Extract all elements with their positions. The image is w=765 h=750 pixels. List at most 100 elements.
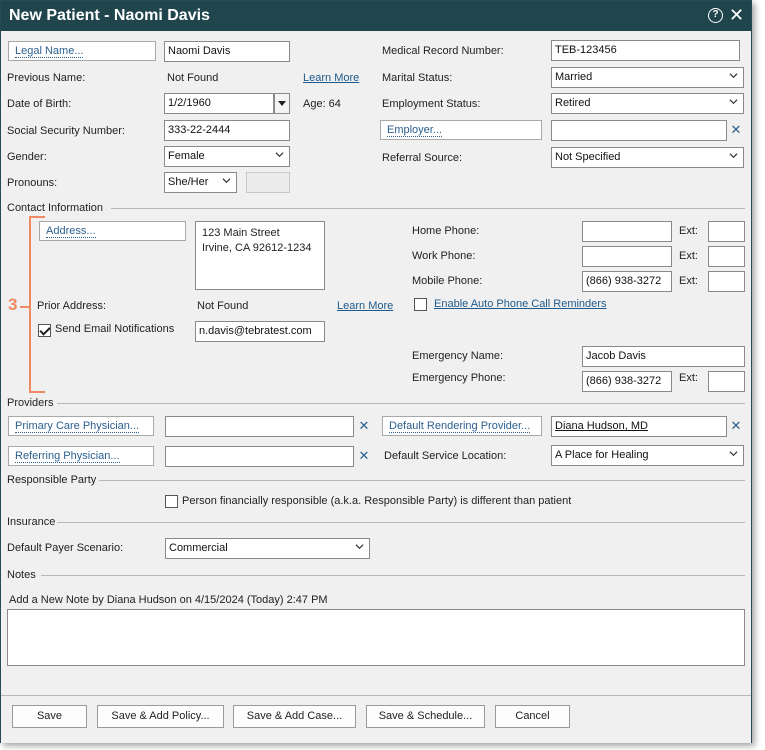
home-phone-field[interactable] (582, 221, 672, 242)
chevron-down-icon (729, 73, 738, 79)
work-phone-label: Work Phone: (412, 250, 476, 262)
legal-name-button[interactable]: Legal Name... (8, 41, 156, 61)
triangle-down-icon (278, 101, 286, 106)
referral-source-label: Referral Source: (382, 152, 463, 164)
cancel-button[interactable]: Cancel (495, 705, 570, 728)
referring-physician-field[interactable] (165, 446, 354, 467)
add-note-label: Add a New Note by Diana Hudson on 4/15/2… (9, 594, 328, 606)
chevron-down-icon (222, 178, 231, 184)
work-ext-label: Ext: (679, 250, 698, 262)
emergency-name-label: Emergency Name: (412, 350, 504, 362)
service-location-label: Default Service Location: (384, 450, 507, 462)
chevron-down-icon (729, 451, 738, 457)
responsible-party-checkbox[interactable] (165, 495, 178, 508)
age-value: Age: 64 (303, 98, 341, 110)
insurance-heading: Insurance (7, 516, 56, 528)
payer-scenario-label: Default Payer Scenario: (7, 542, 124, 554)
note-textarea[interactable] (7, 609, 745, 666)
referral-source-select[interactable]: Not Specified (551, 147, 744, 168)
responsible-party-label: Person financially responsible (a.k.a. R… (182, 495, 572, 507)
save-add-policy-button[interactable]: Save & Add Policy... (97, 705, 224, 728)
gender-select[interactable]: Female (164, 146, 290, 167)
address-button[interactable]: Address... (39, 221, 186, 241)
marital-status-label: Marital Status: (382, 72, 453, 84)
clear-pcp-icon[interactable]: ✕ (355, 416, 373, 437)
payer-scenario-value: Commercial (169, 542, 228, 554)
dob-field[interactable]: 1/2/1960 (164, 93, 274, 114)
prior-address-learn-more-link[interactable]: Learn More (337, 300, 393, 312)
employer-button[interactable]: Employer... (380, 120, 542, 140)
home-phone-label: Home Phone: (412, 225, 480, 237)
home-ext-label: Ext: (679, 225, 698, 237)
send-email-label: Send Email Notifications (55, 323, 175, 335)
employment-status-select[interactable]: Retired (551, 93, 744, 114)
legal-name-field[interactable]: Naomi Davis (164, 41, 290, 62)
contact-information-heading: Contact Information (7, 202, 103, 214)
default-rendering-provider-button[interactable]: Default Rendering Provider... (382, 416, 542, 436)
ssn-field[interactable]: 333-22-2444 (164, 120, 290, 141)
new-patient-window: New Patient - Naomi Davis ? ✕ Legal Name… (0, 0, 752, 743)
pronouns-select[interactable]: She/Her (164, 172, 237, 193)
primary-care-physician-button[interactable]: Primary Care Physician... (8, 416, 154, 436)
emergency-ext-field[interactable] (708, 371, 745, 392)
primary-care-physician-field[interactable] (165, 416, 354, 437)
chevron-down-icon (729, 153, 738, 159)
employment-status-label: Employment Status: (382, 98, 481, 110)
employer-field[interactable] (551, 120, 727, 141)
email-field[interactable]: n.davis@tebratest.com (195, 321, 325, 342)
title-bar: New Patient - Naomi Davis ? ✕ (1, 1, 751, 31)
work-phone-field[interactable] (582, 246, 672, 267)
responsible-divider (99, 480, 745, 481)
address-box[interactable]: 123 Main Street Irvine, CA 92612-1234 (195, 221, 325, 290)
emergency-phone-field[interactable]: (866) 938-3272 (582, 371, 672, 392)
referring-physician-button[interactable]: Referring Physician... (8, 446, 154, 466)
providers-divider (57, 403, 745, 404)
pronouns-label: Pronouns: (7, 177, 58, 189)
mrn-label: Medical Record Number: (382, 45, 504, 57)
contact-divider (111, 208, 745, 209)
dob-label: Date of Birth: (7, 98, 72, 110)
help-icon[interactable]: ? (708, 8, 723, 23)
mobile-ext-label: Ext: (679, 275, 698, 287)
clear-referring-icon[interactable]: ✕ (355, 446, 373, 467)
work-ext-field[interactable] (708, 246, 745, 267)
clear-employer-icon[interactable]: ✕ (727, 120, 745, 141)
gender-value: Female (168, 150, 205, 162)
address-line-2: Irvine, CA 92612-1234 (202, 242, 312, 254)
prior-address-value: Not Found (197, 300, 249, 312)
auto-reminders-link[interactable]: Enable Auto Phone Call Reminders (434, 298, 606, 310)
ssn-label: Social Security Number: (7, 125, 125, 137)
mrn-field[interactable]: TEB-123456 (551, 40, 740, 61)
notes-divider (41, 575, 745, 576)
previous-name-label: Previous Name: (7, 72, 86, 84)
responsible-party-heading: Responsible Party (7, 474, 97, 486)
payer-scenario-select[interactable]: Commercial (165, 538, 370, 559)
mobile-phone-field[interactable]: (866) 938-3272 (582, 271, 672, 292)
clear-rendering-provider-icon[interactable]: ✕ (727, 416, 745, 437)
auto-reminders-checkbox[interactable] (414, 298, 427, 311)
save-button[interactable]: Save (12, 705, 87, 728)
save-schedule-button[interactable]: Save & Schedule... (366, 705, 485, 728)
marital-status-select[interactable]: Married (551, 67, 744, 88)
gender-label: Gender: (7, 151, 47, 163)
address-line-1: 123 Main Street (202, 227, 280, 239)
pronouns-other-field (246, 172, 290, 193)
notes-heading: Notes (7, 569, 36, 581)
service-location-select[interactable]: A Place for Healing (551, 445, 744, 466)
service-location-value: A Place for Healing (555, 449, 649, 461)
callout-number: 3 (8, 295, 18, 314)
calendar-dropdown-button[interactable] (274, 93, 290, 114)
close-icon[interactable]: ✕ (729, 5, 744, 25)
send-email-checkbox[interactable] (38, 324, 51, 337)
home-ext-field[interactable] (708, 221, 745, 242)
previous-name-value: Not Found (167, 72, 219, 84)
mobile-ext-field[interactable] (708, 271, 745, 292)
mobile-phone-label: Mobile Phone: (412, 275, 483, 287)
pronouns-value: She/Her (168, 176, 209, 188)
save-add-case-button[interactable]: Save & Add Case... (233, 705, 356, 728)
previous-name-learn-more-link[interactable]: Learn More (303, 72, 359, 84)
emergency-name-field[interactable]: Jacob Davis (582, 346, 745, 367)
employment-status-value: Retired (555, 97, 591, 109)
default-rendering-provider-field[interactable]: Diana Hudson, MD (551, 416, 727, 437)
chevron-down-icon (275, 152, 284, 158)
